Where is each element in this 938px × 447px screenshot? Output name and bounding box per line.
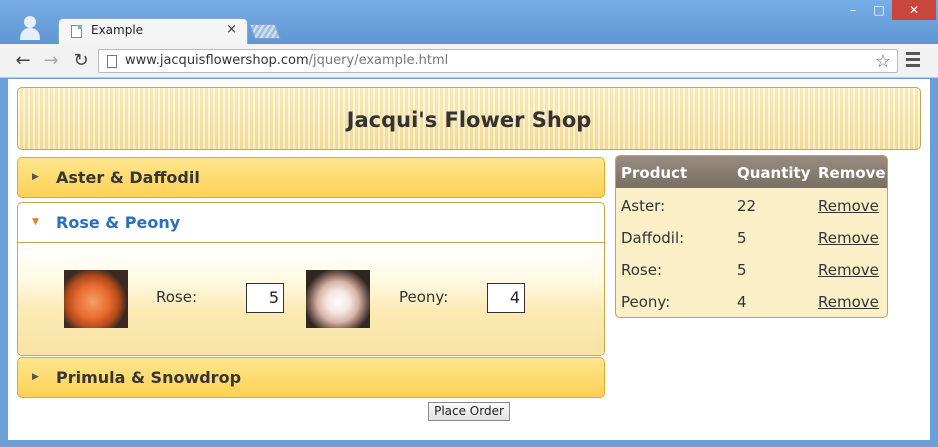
rose-image: [64, 270, 128, 328]
accordion-label: Rose & Peony: [56, 213, 181, 232]
browser-tab[interactable]: Example ×: [58, 18, 248, 44]
page-title: Jacqui's Flower Shop: [346, 108, 592, 132]
peony-label: Peony:: [399, 288, 449, 306]
new-tab-button[interactable]: [249, 24, 281, 39]
peony-quantity-input[interactable]: 4: [487, 283, 525, 313]
maximize-button[interactable]: □: [866, 0, 892, 20]
page-favicon-icon: [71, 25, 82, 38]
remove-link[interactable]: Remove: [818, 229, 879, 247]
page-icon: [107, 55, 117, 68]
address-bar[interactable]: www.jacquisflowershop.com/jquery/example…: [98, 49, 898, 73]
accordion-label: Primula & Snowdrop: [56, 368, 242, 387]
basket-table: Product Quantity Remove Aster: 22 Remove…: [615, 155, 888, 318]
table-row: Rose: 5 Remove: [616, 252, 887, 284]
minimize-button[interactable]: –: [840, 0, 866, 20]
url-text[interactable]: www.jacquisflowershop.com/jquery/example…: [125, 53, 448, 68]
browser-titlebar: Example × – □ ✕: [0, 0, 938, 44]
cell-quantity: 4: [737, 293, 747, 311]
close-window-button[interactable]: ✕: [892, 0, 936, 20]
table-row: Aster: 22 Remove: [616, 188, 887, 220]
collapsed-triangle-icon: ▶: [32, 372, 39, 382]
rose-quantity-input[interactable]: 5: [246, 283, 284, 313]
menu-icon[interactable]: [906, 52, 920, 68]
user-profile-icon[interactable]: [18, 14, 42, 40]
remove-link[interactable]: Remove: [818, 261, 879, 279]
place-order-button[interactable]: Place Order: [428, 402, 510, 421]
remove-link[interactable]: Remove: [818, 293, 879, 311]
accordion-content: Rose: 5 Peony: 4: [18, 244, 604, 355]
browser-toolbar: ← → ↻ www.jacquisflowershop.com/jquery/e…: [0, 44, 938, 78]
cell-quantity: 5: [737, 229, 747, 247]
cell-product: Daffodil:: [621, 229, 685, 247]
accordion-label: Aster & Daffodil: [56, 168, 200, 187]
peony-image: [306, 270, 370, 328]
header-quantity: Quantity: [737, 164, 811, 182]
cell-product: Aster:: [621, 197, 666, 215]
back-arrow-icon[interactable]: ←: [12, 50, 34, 72]
collapsed-triangle-icon: ▶: [32, 172, 39, 182]
bookmark-star-icon[interactable]: ☆: [875, 51, 891, 72]
header-remove: Remove: [818, 164, 886, 182]
page-banner: Jacqui's Flower Shop: [17, 87, 921, 150]
cell-quantity: 22: [737, 197, 757, 215]
basket-header-row: Product Quantity Remove: [616, 156, 887, 188]
reload-icon[interactable]: ↻: [70, 50, 92, 72]
expanded-triangle-icon: ▼: [32, 217, 39, 227]
url-path: /jquery/example.html: [308, 53, 449, 68]
accordion-panel-rose-peony: ▼ Rose & Peony Rose: 5 Peony: 4: [17, 202, 605, 356]
cell-quantity: 5: [737, 261, 747, 279]
table-row: Daffodil: 5 Remove: [616, 220, 887, 252]
accordion-header-aster-daffodil[interactable]: ▶ Aster & Daffodil: [17, 157, 605, 198]
cell-product: Peony:: [621, 293, 671, 311]
tab-title: Example: [91, 23, 144, 37]
cell-product: Rose:: [621, 261, 663, 279]
table-row: Peony: 4 Remove: [616, 284, 887, 316]
page-viewport: Jacqui's Flower Shop ▶ Aster & Daffodil …: [8, 79, 930, 440]
tab-close-icon[interactable]: ×: [226, 22, 237, 37]
remove-link[interactable]: Remove: [818, 197, 879, 215]
url-host: www.jacquisflowershop.com: [125, 53, 309, 68]
accordion-header-primula-snowdrop[interactable]: ▶ Primula & Snowdrop: [17, 357, 605, 398]
accordion-header-rose-peony[interactable]: ▼ Rose & Peony: [18, 203, 604, 243]
rose-label: Rose:: [156, 288, 198, 306]
header-product: Product: [621, 164, 688, 182]
forward-arrow-icon[interactable]: →: [40, 50, 62, 72]
